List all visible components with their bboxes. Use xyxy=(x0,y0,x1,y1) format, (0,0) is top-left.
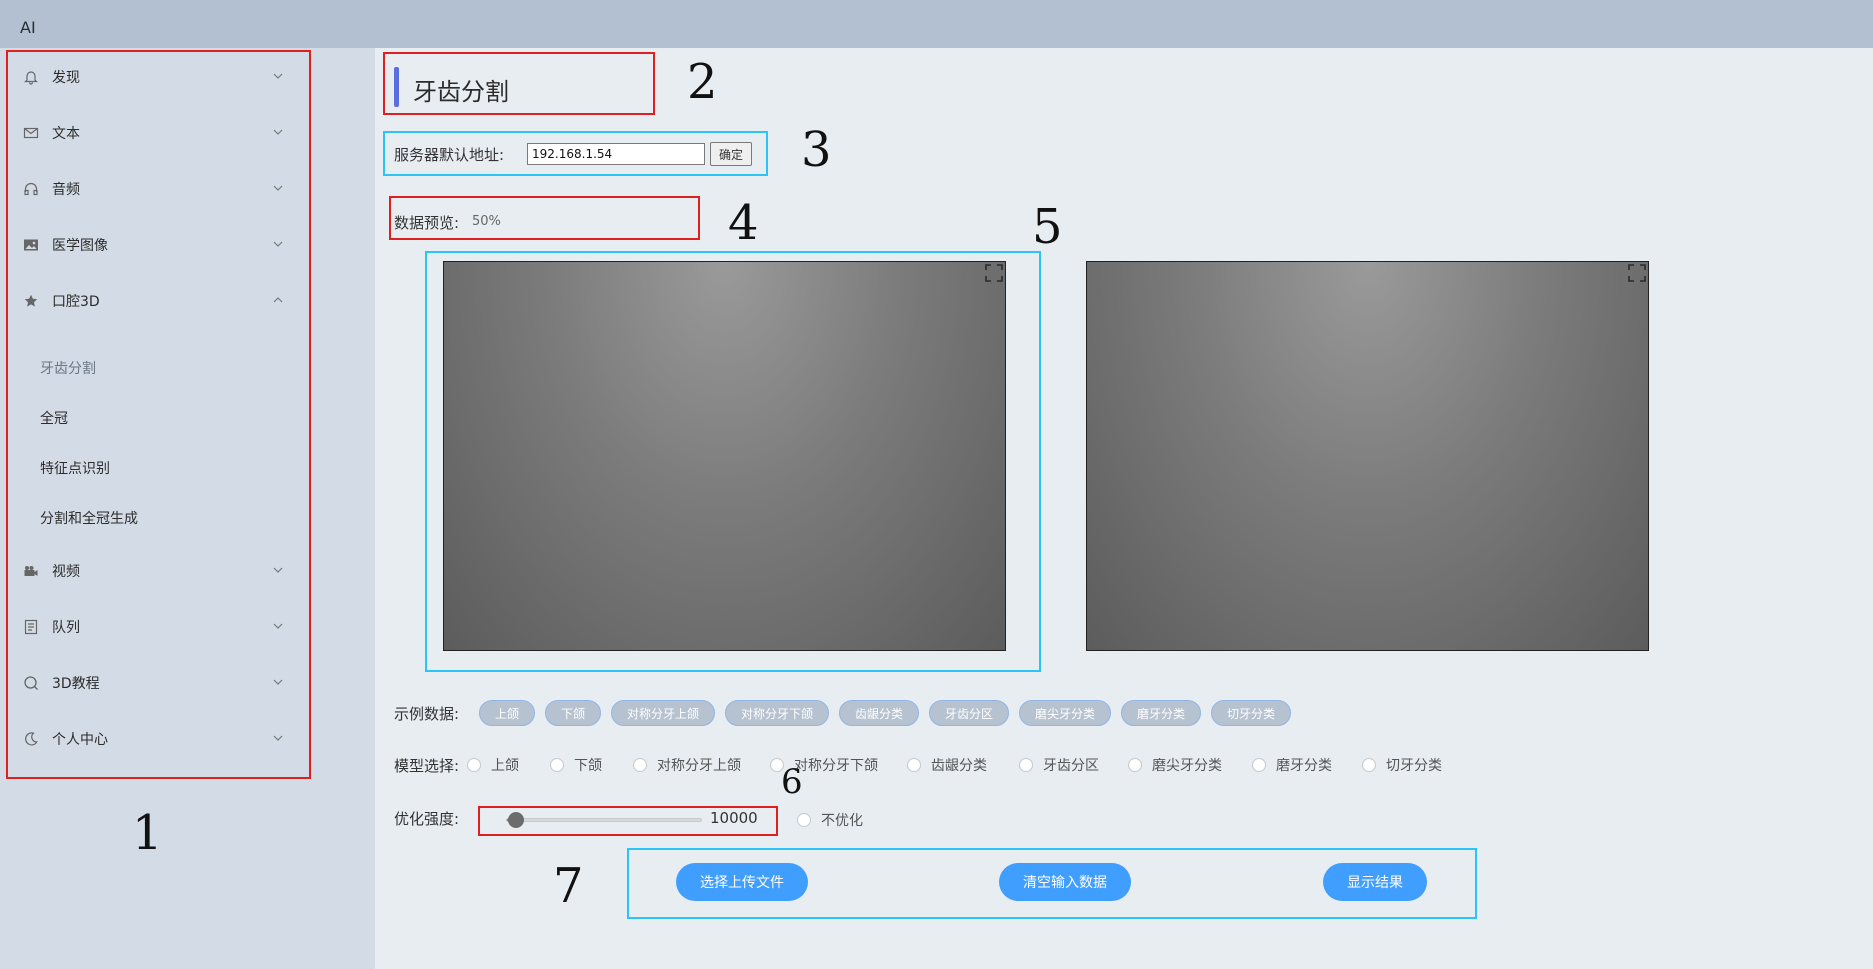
annotation-box-6 xyxy=(478,806,778,836)
annotation-box-7 xyxy=(627,848,1477,919)
no-optimization-radio[interactable]: 不优化 xyxy=(797,810,863,830)
model-radio[interactable]: 切牙分类 xyxy=(1362,755,1442,775)
radio-label: 对称分牙下颌 xyxy=(794,758,878,774)
annotation-number-5: 5 xyxy=(1032,199,1063,255)
radio-label: 磨尖牙分类 xyxy=(1152,758,1222,774)
annotation-box-4 xyxy=(389,196,700,240)
annotation-box-3 xyxy=(383,131,768,176)
annotation-box-5 xyxy=(425,251,1041,672)
app-brand: AI xyxy=(20,18,36,37)
radio-circle xyxy=(550,758,564,772)
radio-label: 上颌 xyxy=(491,758,519,774)
model-radio[interactable]: 上颌 xyxy=(467,755,519,775)
model-select-label: 模型选择: xyxy=(394,757,460,775)
example-chip[interactable]: 牙齿分区 xyxy=(929,700,1009,726)
fullscreen-icon[interactable] xyxy=(1626,262,1648,284)
radio-circle xyxy=(1128,758,1142,772)
example-chip[interactable]: 对称分牙上颌 xyxy=(611,700,715,726)
model-radio[interactable]: 磨牙分类 xyxy=(1252,755,1332,775)
annotation-number-6: 6 xyxy=(781,762,803,802)
radio-circle xyxy=(907,758,921,772)
annotation-number-4: 4 xyxy=(728,195,759,251)
radio-label: 切牙分类 xyxy=(1386,758,1442,774)
model-radio[interactable]: 牙齿分区 xyxy=(1019,755,1099,775)
example-chip[interactable]: 磨牙分类 xyxy=(1121,700,1201,726)
example-chip[interactable]: 齿龈分类 xyxy=(839,700,919,726)
radio-circle xyxy=(1362,758,1376,772)
radio-label: 磨牙分类 xyxy=(1276,758,1332,774)
radio-circle xyxy=(633,758,647,772)
top-bar: AI xyxy=(0,0,1873,48)
example-chip[interactable]: 对称分牙下颌 xyxy=(725,700,829,726)
model-radio[interactable]: 磨尖牙分类 xyxy=(1128,755,1222,775)
annotation-number-1: 1 xyxy=(132,805,163,861)
example-chip[interactable]: 上颌 xyxy=(479,700,535,726)
radio-circle xyxy=(1252,758,1266,772)
result-3d-viewer[interactable] xyxy=(1086,261,1649,651)
example-chip[interactable]: 磨尖牙分类 xyxy=(1019,700,1111,726)
example-chip[interactable]: 下颌 xyxy=(545,700,601,726)
annotation-number-3: 3 xyxy=(801,122,832,178)
model-radio[interactable]: 对称分牙上颌 xyxy=(633,755,741,775)
radio-circle xyxy=(467,758,481,772)
radio-circle xyxy=(797,813,811,827)
annotation-box-1 xyxy=(6,50,311,779)
annotation-number-2: 2 xyxy=(687,54,718,110)
model-radio[interactable]: 齿龈分类 xyxy=(907,755,987,775)
radio-label: 对称分牙上颌 xyxy=(657,758,741,774)
radio-label: 齿龈分类 xyxy=(931,758,987,774)
radio-label: 牙齿分区 xyxy=(1043,758,1099,774)
example-data-label: 示例数据: xyxy=(394,705,460,723)
model-radio[interactable]: 下颌 xyxy=(550,755,602,775)
annotation-number-7: 7 xyxy=(553,858,584,914)
radio-label: 下颌 xyxy=(574,758,602,774)
example-chip[interactable]: 切牙分类 xyxy=(1211,700,1291,726)
optimization-strength-label: 优化强度: xyxy=(394,810,460,828)
radio-label: 不优化 xyxy=(821,813,863,829)
annotation-box-2 xyxy=(383,52,655,115)
radio-circle xyxy=(1019,758,1033,772)
